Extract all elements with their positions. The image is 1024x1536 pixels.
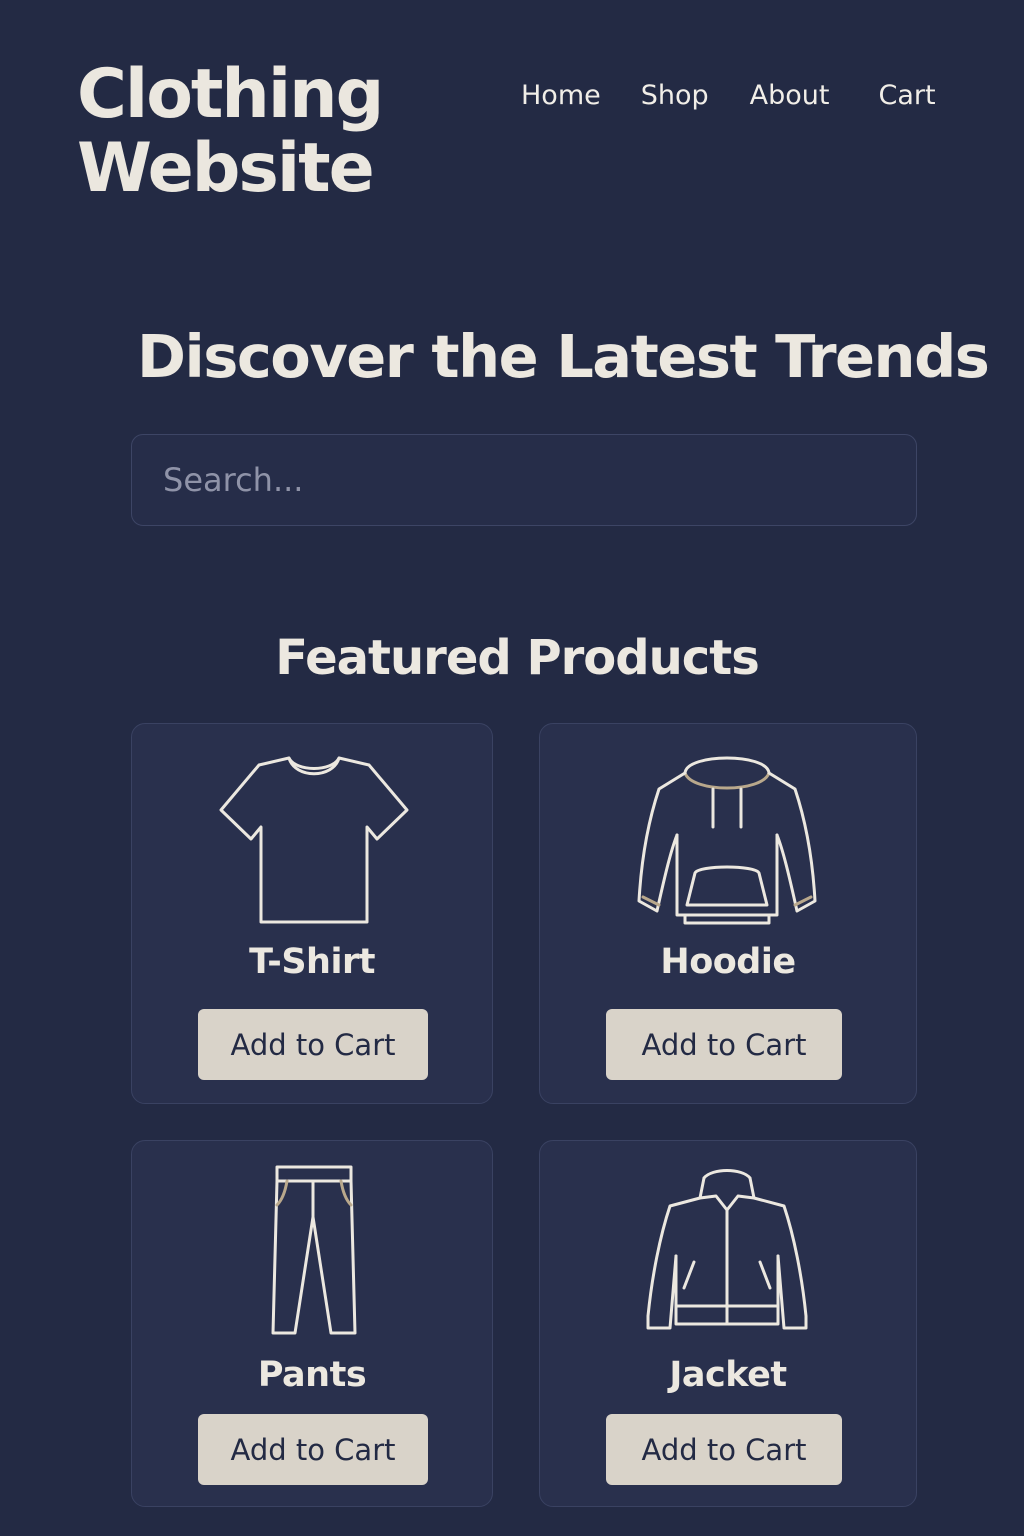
hero-title: Discover the Latest Trends bbox=[137, 322, 990, 391]
jacket-icon bbox=[646, 1169, 808, 1330]
product-name: Pants bbox=[257, 1355, 367, 1395]
hoodie-icon bbox=[637, 756, 817, 925]
nav-home-link[interactable]: Home bbox=[521, 80, 601, 111]
add-to-cart-button[interactable]: Add to Cart bbox=[198, 1414, 428, 1485]
product-card-tshirt: T-Shirt Add to Cart bbox=[131, 723, 493, 1104]
product-card-pants: Pants Add to Cart bbox=[131, 1140, 493, 1507]
nav-shop-link[interactable]: Shop bbox=[641, 80, 709, 111]
product-card-hoodie: Hoodie Add to Cart bbox=[539, 723, 917, 1104]
product-card-jacket: Jacket Add to Cart bbox=[539, 1140, 917, 1507]
product-name: Hoodie bbox=[660, 942, 796, 982]
nav-cart-link[interactable]: Cart bbox=[878, 80, 935, 111]
add-to-cart-button[interactable]: Add to Cart bbox=[606, 1009, 842, 1080]
pants-icon bbox=[271, 1165, 357, 1335]
logo-line-1: Clothing bbox=[77, 55, 384, 134]
product-name: Jacket bbox=[669, 1355, 787, 1395]
main-nav: Home Shop About Cart bbox=[521, 80, 936, 111]
search-input[interactable] bbox=[131, 434, 917, 526]
nav-about-link[interactable]: About bbox=[750, 80, 830, 111]
add-to-cart-button[interactable]: Add to Cart bbox=[606, 1414, 842, 1485]
featured-products-title: Featured Products bbox=[275, 630, 760, 686]
product-name: T-Shirt bbox=[249, 942, 375, 982]
logo-line-2: Website bbox=[77, 129, 375, 208]
add-to-cart-button[interactable]: Add to Cart bbox=[198, 1009, 428, 1080]
tshirt-icon bbox=[219, 756, 409, 924]
site-logo[interactable]: Clothing Website bbox=[77, 55, 384, 208]
